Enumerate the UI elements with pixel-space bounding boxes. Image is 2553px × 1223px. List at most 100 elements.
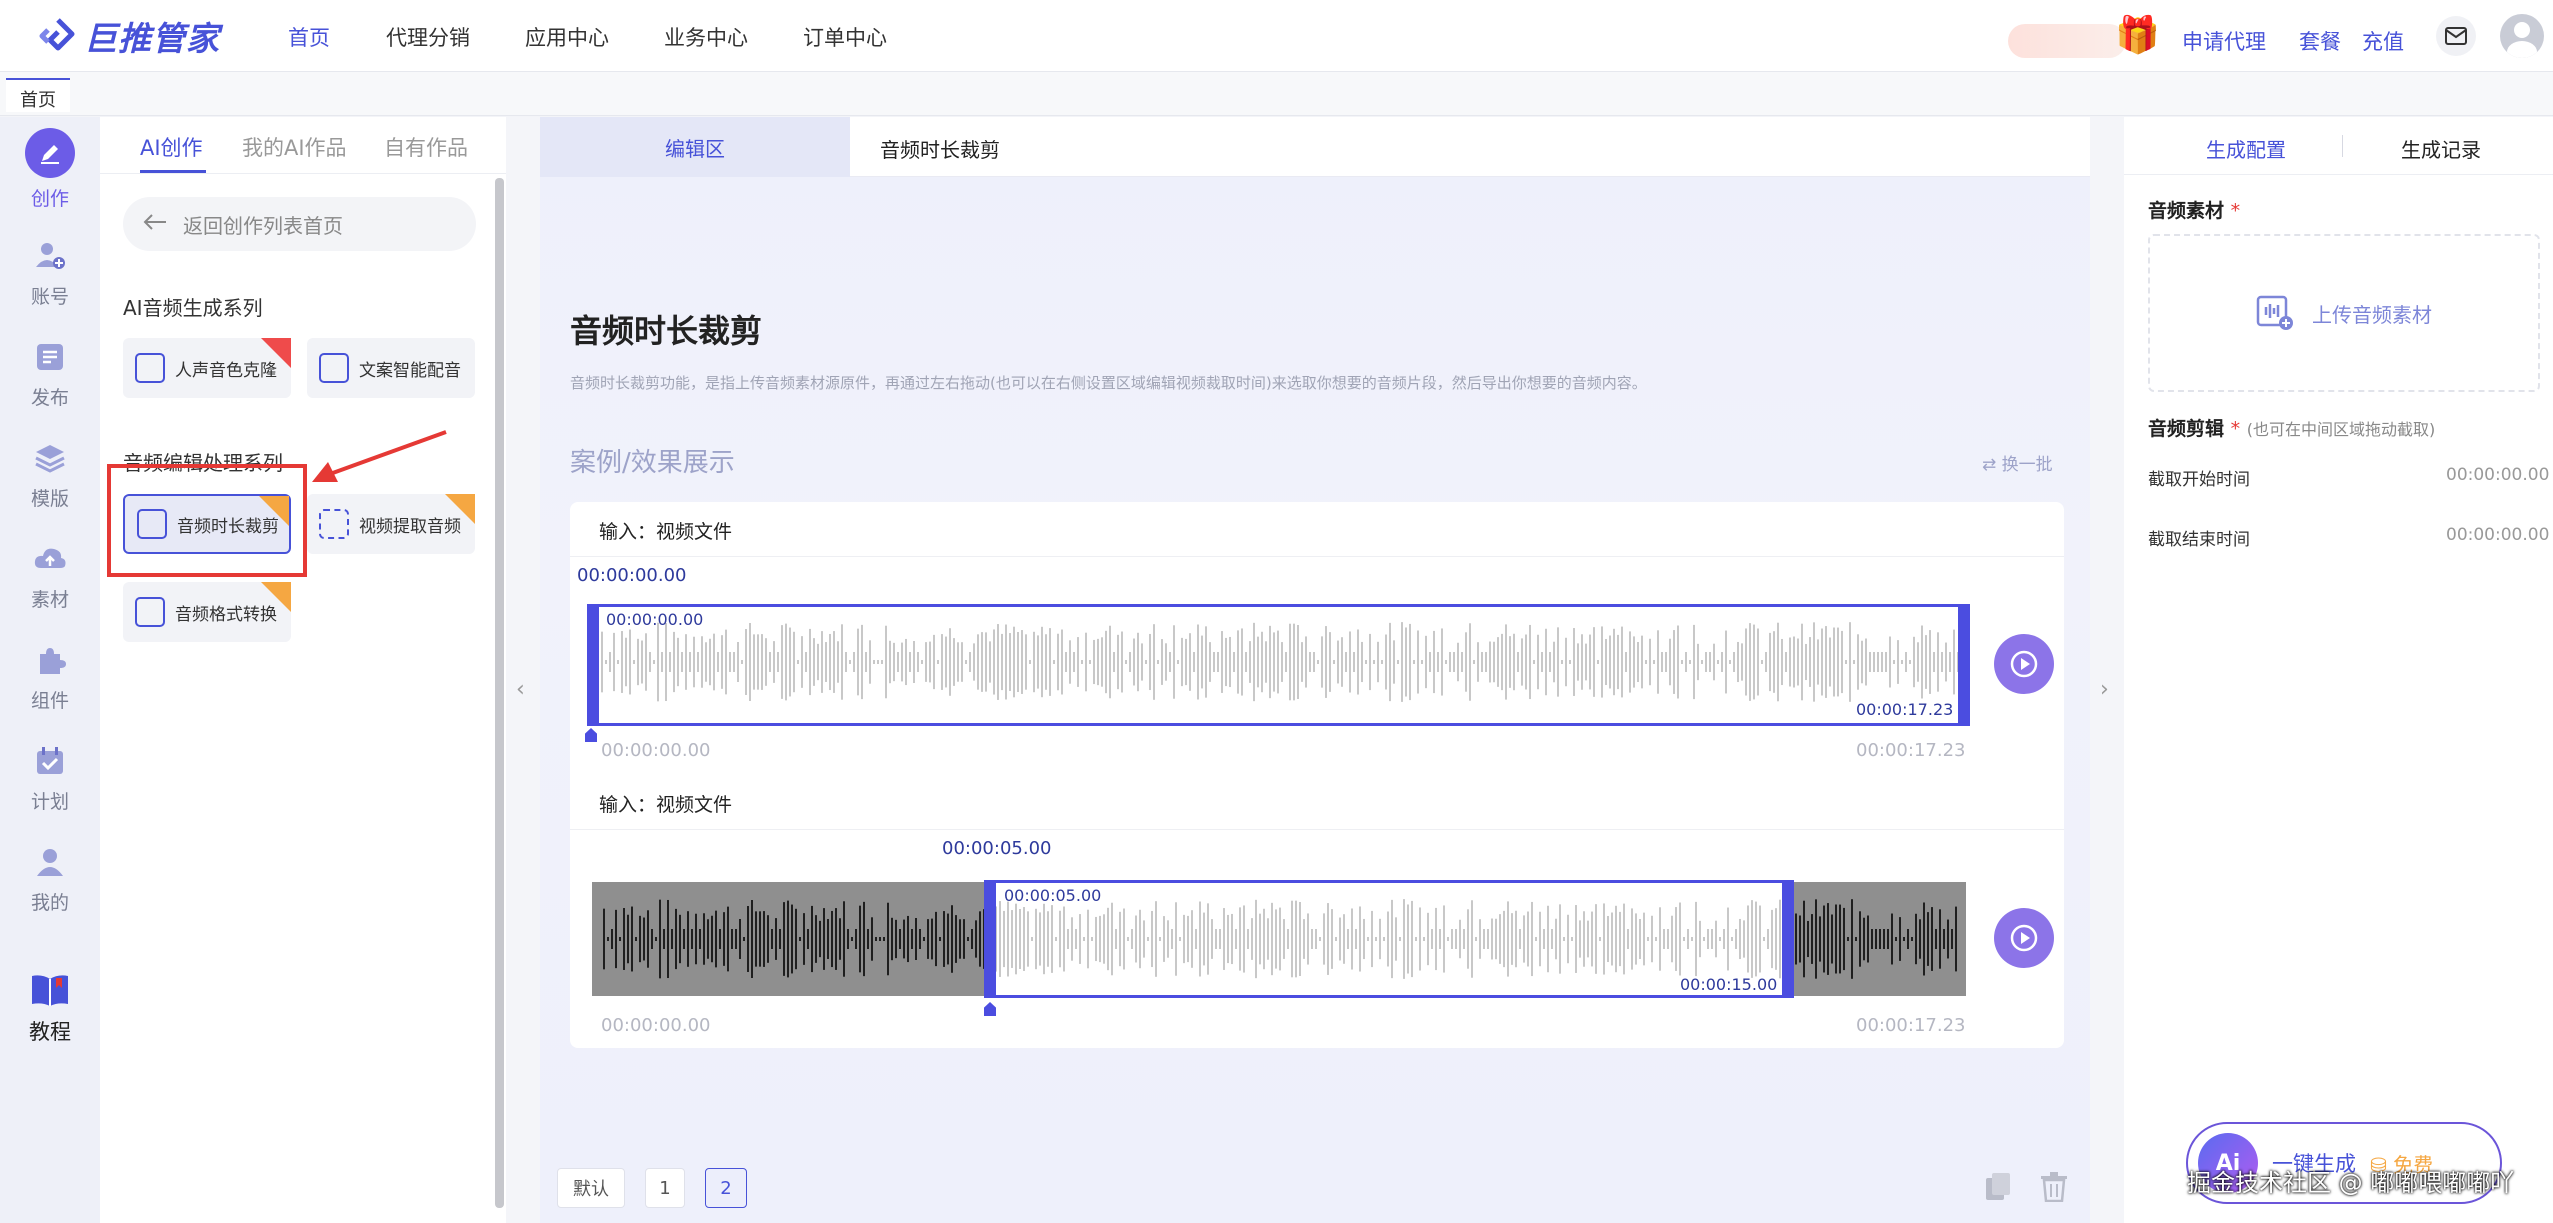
back-to-list-button[interactable]: 返回创作列表首页 — [123, 197, 476, 251]
selection-right-handle[interactable] — [1958, 604, 1970, 726]
puzzle-icon — [30, 640, 70, 680]
page-description: 音频时长裁剪功能，是指上传音频素材源原件，再通过左右拖动(也可以在右侧设置区域编… — [570, 374, 1647, 392]
nav-app-center[interactable]: 应用中心 — [525, 22, 609, 52]
tab-my-ai-works[interactable]: 我的AI作品 — [242, 132, 347, 162]
chevron-left-icon: ‹ — [516, 677, 525, 702]
page-1-button[interactable]: 1 — [645, 1168, 685, 1208]
tab-audio-trim[interactable]: 音频时长裁剪 — [880, 134, 1000, 163]
tool-label: 视频提取音频 — [359, 516, 461, 537]
gift-icon[interactable]: 🎁 — [2115, 14, 2160, 56]
rail-label: 组件 — [30, 690, 69, 712]
selection-end-time: 00:00:15.00 — [1680, 975, 1778, 994]
panel-scrollbar[interactable] — [495, 178, 504, 1208]
audio-material-label: 音频素材 * — [2148, 196, 2240, 223]
label-text: 音频素材 — [2148, 200, 2225, 222]
start-time-input[interactable]: 00:00:00.00 — [2446, 465, 2549, 485]
divider — [100, 173, 506, 174]
dubbing-icon — [319, 353, 349, 383]
back-label: 返回创作列表首页 — [183, 213, 343, 238]
selection-end-time: 00:00:17.23 — [1856, 700, 1954, 719]
profile-icon — [30, 842, 70, 882]
voice-clone-icon — [135, 353, 165, 383]
package-link[interactable]: 套餐 — [2299, 26, 2341, 56]
selection-right-handle[interactable] — [1782, 880, 1794, 998]
apply-agent-link[interactable]: 申请代理 — [2182, 26, 2266, 56]
required-mark: * — [2230, 418, 2241, 440]
play-button[interactable] — [1994, 634, 2054, 694]
highlight-box — [107, 464, 307, 577]
nav-order-center[interactable]: 订单中心 — [803, 22, 887, 52]
swap-icon: ⇄ — [1982, 455, 1997, 475]
section-ai-audio: AI音频生成系列 — [123, 296, 263, 320]
extract-audio-icon — [319, 509, 349, 539]
book-icon — [30, 970, 70, 1010]
nav-agent-distribution[interactable]: 代理分销 — [386, 22, 470, 52]
tool-audio-convert[interactable]: 音频格式转换 — [123, 582, 291, 642]
rail-item-tutorial[interactable]: 教程 — [0, 970, 100, 1046]
brand-name: 巨推管家 — [84, 19, 220, 58]
user-add-icon — [30, 236, 70, 276]
rail-label: 创作 — [30, 188, 69, 210]
tool-voice-clone[interactable]: 人声音色克隆 — [123, 338, 291, 398]
selection-left-handle[interactable] — [984, 880, 996, 998]
tab-home[interactable]: 首页 — [6, 78, 70, 112]
required-mark: * — [2230, 200, 2241, 222]
annotation-arrow — [312, 430, 447, 482]
upload-audio-dropzone[interactable]: 上传音频素材 — [2148, 234, 2540, 392]
tab-own-works[interactable]: 自有作品 — [384, 132, 468, 162]
axis-end: 00:00:17.23 — [1856, 740, 1966, 761]
rail-label: 素材 — [30, 589, 69, 611]
tab-ai-create[interactable]: AI创作 — [140, 132, 203, 162]
nav-home[interactable]: 首页 — [288, 22, 330, 52]
collapse-left-bar[interactable]: ‹ — [506, 117, 540, 1223]
sort-default-button[interactable]: 默认 — [557, 1168, 625, 1208]
mail-icon[interactable] — [2436, 16, 2476, 56]
avatar[interactable] — [2500, 14, 2544, 58]
rail-item-publish[interactable]: 发布 — [0, 337, 100, 410]
watermark-text: 掘金技术社区 @ 嘟嘟喂嘟嘟吖 — [2187, 1169, 2515, 1197]
rail-item-template[interactable]: 模版 — [0, 438, 100, 511]
end-time-label: 截取结束时间 — [2148, 530, 2250, 550]
nav-business-center[interactable]: 业务中心 — [664, 22, 748, 52]
tab-generate-history[interactable]: 生成记录 — [2401, 134, 2481, 163]
selection-frame[interactable] — [987, 880, 1790, 998]
rail-item-plan[interactable]: 计划 — [0, 741, 100, 814]
play-button[interactable] — [1994, 908, 2054, 968]
example-input-label: 输入：视频文件 — [599, 521, 733, 543]
divider — [570, 829, 2064, 830]
label-text: 音频剪辑 — [2148, 418, 2225, 440]
brand-logo[interactable]: 巨推管家 — [38, 14, 220, 58]
rail-item-account[interactable]: 账号 — [0, 236, 100, 309]
selection-frame[interactable] — [590, 604, 1968, 726]
logo-icon — [39, 18, 75, 51]
copy-icon[interactable] — [1984, 1172, 2012, 1207]
rail-item-material[interactable]: 素材 — [0, 539, 100, 612]
selection-start-time: 00:00:05.00 — [1004, 886, 1102, 905]
tool-text-dubbing[interactable]: 文案智能配音 — [307, 338, 475, 398]
tab-edit-area[interactable]: 编辑区 — [540, 117, 850, 177]
arrow-left-icon — [143, 212, 167, 236]
tool-extract-audio[interactable]: 视频提取音频 — [307, 494, 475, 554]
page-title: 音频时长裁剪 — [570, 312, 763, 350]
trash-icon[interactable] — [2040, 1172, 2068, 1207]
recharge-link[interactable]: 充值 — [2362, 26, 2404, 56]
audio-upload-icon — [2256, 295, 2293, 330]
cursor-time: 00:00:00.00 — [577, 565, 687, 586]
cursor-time: 00:00:05.00 — [942, 838, 1052, 859]
end-time-input[interactable]: 00:00:00.00 — [2446, 525, 2549, 545]
creation-panel — [100, 117, 506, 1223]
pen-icon — [25, 128, 75, 178]
rail-item-create[interactable]: 创作 — [0, 128, 100, 211]
rail-item-mine[interactable]: 我的 — [0, 842, 100, 915]
cloud-upload-icon — [30, 539, 70, 579]
rail-item-components[interactable]: 组件 — [0, 640, 100, 713]
promo-banner[interactable] — [2008, 24, 2126, 58]
collapse-right-bar[interactable]: › — [2090, 117, 2124, 1223]
rail-label: 我的 — [30, 892, 69, 914]
tab-generate-config[interactable]: 生成配置 — [2206, 134, 2286, 163]
selection-left-handle[interactable] — [587, 604, 599, 726]
tool-label: 音频格式转换 — [175, 604, 277, 625]
page-2-button[interactable]: 2 — [705, 1168, 747, 1208]
selection-start-time: 00:00:00.00 — [606, 610, 704, 629]
refresh-button[interactable]: ⇄ 换一批 — [1982, 450, 2053, 475]
